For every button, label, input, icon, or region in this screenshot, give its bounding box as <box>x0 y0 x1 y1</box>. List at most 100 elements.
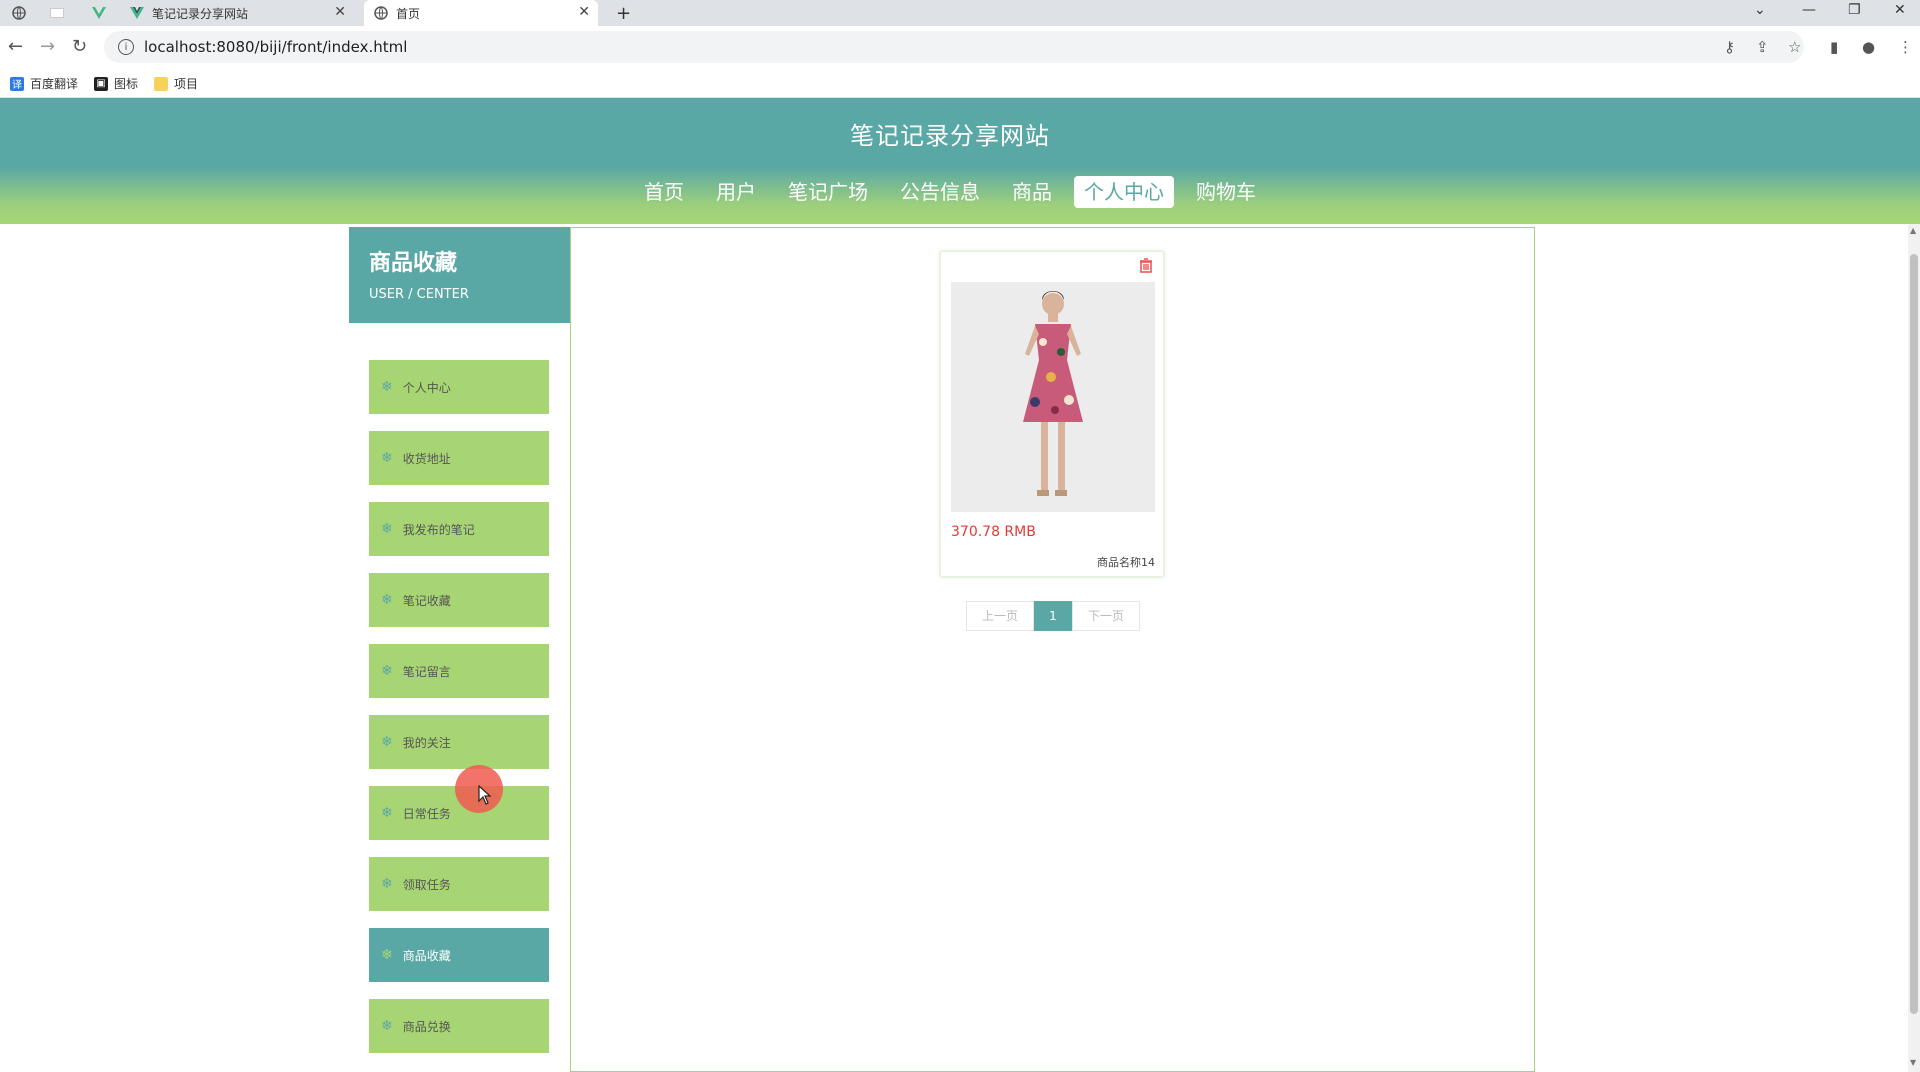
window-close-icon[interactable]: ✕ <box>1894 2 1906 18</box>
prev-page-button[interactable]: 上一页 <box>966 601 1034 631</box>
side-panel-icon[interactable]: ▮ <box>1830 38 1838 56</box>
scroll-up-icon[interactable]: ▲ <box>1910 226 1916 235</box>
sidebar-item-label: 笔记收藏 <box>402 593 451 608</box>
url-bar[interactable]: i localhost:8080/biji/front/index.html <box>104 31 1804 63</box>
snowflake-icon: ❄ <box>381 521 393 537</box>
folder-icon <box>154 76 169 91</box>
site-title: 笔记记录分享网站 <box>850 122 1050 150</box>
sidebar-item-product-exchange[interactable]: ❄ 商品兑换 <box>369 999 549 1053</box>
sidebar-menu: ❄ 个人中心 ❄ 收货地址 ❄ 我发布的笔记 ❄ 笔记收藏 ❄ 笔记留言 ❄ 我的关注 ❄ 日… <box>369 360 549 1070</box>
minimize-icon[interactable]: — <box>1802 2 1816 18</box>
bookmark-project[interactable]: 项目 <box>154 75 198 92</box>
close-icon[interactable]: ✕ <box>334 4 346 20</box>
nav-cart[interactable]: 购物车 <box>1186 176 1266 208</box>
globe-icon <box>374 6 388 20</box>
snowflake-icon: ❄ <box>381 450 393 466</box>
nav-announcements[interactable]: 公告信息 <box>890 176 990 208</box>
sidebar-item-product-favorites[interactable]: ❄ 商品收藏 <box>369 928 549 982</box>
product-name: 商品名称14 <box>1097 556 1155 569</box>
sidebar-item-label: 收货地址 <box>402 451 451 466</box>
reload-icon[interactable]: ↻ <box>72 38 87 56</box>
page-number-button[interactable]: 1 <box>1034 601 1072 631</box>
profile-icon[interactable]: ● <box>1862 38 1875 56</box>
tab-home[interactable]: 首页 ✕ <box>364 0 598 26</box>
snowflake-icon: ❄ <box>381 663 393 679</box>
tab-title: 笔记记录分享网站 <box>152 6 249 21</box>
pagination: 上一页 1 下一页 <box>966 601 1140 631</box>
back-icon[interactable]: ← <box>8 38 23 56</box>
translate-icon: 译 <box>10 76 24 91</box>
vue-icon <box>130 6 144 20</box>
tab-vue[interactable] <box>92 0 110 26</box>
sidebar-item-claim-tasks[interactable]: ❄ 领取任务 <box>369 857 549 911</box>
sidebar-item-label: 商品兑换 <box>402 1019 451 1034</box>
browser-tabbar: 笔记记录分享网站 ✕ 首页 ✕ + ⌄ — ❐ ✕ <box>0 0 1920 26</box>
bookmark-label: 图标 <box>114 77 139 91</box>
info-icon[interactable]: i <box>118 39 134 55</box>
nav-user-center[interactable]: 个人中心 <box>1074 176 1174 208</box>
sidebar-item-label: 笔记留言 <box>402 664 451 679</box>
vue-icon <box>92 6 106 20</box>
share-icon[interactable]: ⇪ <box>1756 38 1769 56</box>
favorites-panel: 370.78 RMB 商品名称14 上一页 1 下一页 <box>570 227 1535 1072</box>
menu-icon[interactable]: ⋮ <box>1898 38 1913 56</box>
bookmark-label: 百度翻译 <box>30 77 79 91</box>
sidebar-item-user-center[interactable]: ❄ 个人中心 <box>369 360 549 414</box>
page-scrollbar[interactable]: ▲ ▼ <box>1908 224 1920 1072</box>
trash-icon[interactable] <box>1139 258 1153 277</box>
mouse-cursor-icon <box>478 784 492 810</box>
snowflake-icon: ❄ <box>381 1018 393 1034</box>
product-card[interactable]: 370.78 RMB 商品名称14 <box>939 250 1165 578</box>
sidebar-header: 商品收藏 USER / CENTER <box>349 227 570 323</box>
sidebar-item-address[interactable]: ❄ 收货地址 <box>369 431 549 485</box>
sidebar-item-label: 日常任务 <box>402 806 451 821</box>
scroll-thumb[interactable] <box>1910 254 1918 1014</box>
blank-page-icon <box>50 8 64 18</box>
restore-icon[interactable]: ❐ <box>1848 2 1861 18</box>
nav-users[interactable]: 用户 <box>706 176 766 208</box>
bookmark-label: 项目 <box>174 77 199 91</box>
new-tab-button[interactable]: + <box>616 0 636 26</box>
main-nav: 首页 用户 笔记广场 公告信息 商品 个人中心 购物车 <box>0 176 1900 208</box>
sidebar-item-label: 商品收藏 <box>402 948 451 963</box>
bookmark-icons[interactable]: ▣ 图标 <box>94 75 138 92</box>
sidebar-item-my-notes[interactable]: ❄ 我发布的笔记 <box>369 502 549 556</box>
tab-favicon-globe[interactable] <box>12 0 32 26</box>
sidebar-item-label: 我发布的笔记 <box>402 522 475 537</box>
image-icon: ▣ <box>94 76 109 91</box>
forward-icon[interactable]: → <box>40 38 55 56</box>
bookmark-baidu-translate[interactable]: 译 百度翻译 <box>10 75 78 92</box>
sidebar-item-label: 我的关注 <box>402 735 451 750</box>
url-text: localhost:8080/biji/front/index.html <box>144 38 408 56</box>
tab-blank[interactable] <box>50 0 72 26</box>
star-icon[interactable]: ☆ <box>1788 38 1801 56</box>
snowflake-icon: ❄ <box>381 876 393 892</box>
sidebar-title: 商品收藏 <box>369 251 458 276</box>
key-icon[interactable]: ⚷ <box>1724 38 1735 56</box>
snowflake-icon: ❄ <box>381 592 393 608</box>
next-page-button[interactable]: 下一页 <box>1072 601 1140 631</box>
close-icon[interactable]: ✕ <box>578 4 590 20</box>
product-price: 370.78 RMB <box>951 524 1036 540</box>
snowflake-icon: ❄ <box>381 734 393 750</box>
tab-search-icon[interactable]: ⌄ <box>1754 2 1766 18</box>
nav-products[interactable]: 商品 <box>1002 176 1062 208</box>
sidebar-subtitle: USER / CENTER <box>369 287 469 302</box>
nav-home[interactable]: 首页 <box>634 176 694 208</box>
scroll-down-icon[interactable]: ▼ <box>1910 1058 1916 1067</box>
tab-site[interactable]: 笔记记录分享网站 ✕ <box>130 0 354 26</box>
product-image[interactable] <box>951 282 1155 512</box>
sidebar-item-label: 个人中心 <box>402 380 451 395</box>
tab-title: 首页 <box>396 6 421 21</box>
sidebar-item-note-favorites[interactable]: ❄ 笔记收藏 <box>369 573 549 627</box>
snowflake-icon: ❄ <box>381 379 393 395</box>
globe-icon <box>12 6 26 20</box>
snowflake-icon: ❄ <box>381 805 393 821</box>
nav-note-square[interactable]: 笔记广场 <box>778 176 878 208</box>
snowflake-icon: ❄ <box>381 947 393 963</box>
sidebar-item-following[interactable]: ❄ 我的关注 <box>369 715 549 769</box>
site-header: 笔记记录分享网站 首页 用户 笔记广场 公告信息 商品 个人中心 购物车 <box>0 98 1920 224</box>
sidebar-item-label: 领取任务 <box>402 877 451 892</box>
sidebar-item-note-comments[interactable]: ❄ 笔记留言 <box>369 644 549 698</box>
address-toolbar: ← → ↻ i localhost:8080/biji/front/index.… <box>0 26 1920 70</box>
